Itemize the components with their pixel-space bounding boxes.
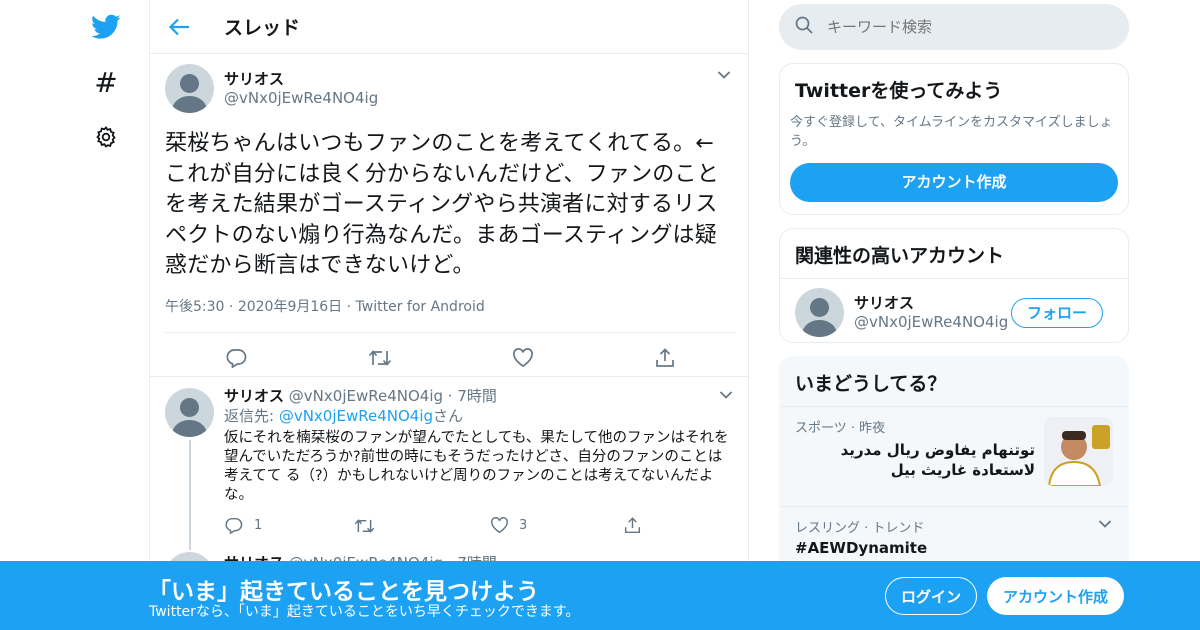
bottom-signup-bar: 「いま」起きていることを見つけよう Twitterなら、「いま」起きていることを… xyxy=(0,561,1200,630)
page-title: スレッド xyxy=(224,17,301,39)
chevron-down-icon[interactable] xyxy=(719,390,733,400)
create-account-button[interactable]: アカウント作成 xyxy=(790,163,1118,202)
signup-card-title: Twitterを使ってみよう xyxy=(795,80,1003,102)
follow-button[interactable]: フォロー xyxy=(1011,297,1103,328)
account-handle[interactable]: @vNx0jEwRe4NO4ig xyxy=(854,313,1011,332)
search-input[interactable] xyxy=(827,18,1087,36)
author-handle[interactable]: @vNx0jEwRe4NO4ig xyxy=(289,387,443,405)
chevron-down-icon[interactable] xyxy=(717,70,731,80)
main-tweet: サリオス @vNx0jEwRe4NO4ig 栞桜ちゃんはいつもファンのことを考え… xyxy=(165,64,735,383)
avatar[interactable] xyxy=(165,64,214,113)
trend-item[interactable]: レスリング · トレンド #AEWDynamite xyxy=(780,506,1128,567)
reply-body: サリオス @vNx0jEwRe4NO4ig · 7時間 返信先: @vNx0jE… xyxy=(224,386,734,534)
reply-to-handle[interactable]: @vNx0jEwRe4NO4ig xyxy=(279,407,433,425)
thread-line xyxy=(189,440,191,550)
reply-count: 1 xyxy=(254,518,263,533)
tweet-date[interactable]: 2020年9月16日 xyxy=(238,299,342,315)
like-icon[interactable] xyxy=(490,517,509,534)
twitter-bird-icon[interactable] xyxy=(86,7,126,47)
reply-to-label: 返信先: xyxy=(224,407,279,425)
like-count: 3 xyxy=(519,518,528,533)
chevron-down-icon[interactable] xyxy=(1098,519,1112,529)
divider xyxy=(150,376,748,377)
avatar[interactable] xyxy=(165,388,214,437)
related-card-title: 関連性の高いアカウント xyxy=(795,245,1005,267)
meta-separator: · xyxy=(346,298,352,315)
thread-header: スレッド xyxy=(150,0,748,54)
author-name[interactable]: サリオス xyxy=(224,70,378,89)
signup-button[interactable]: アカウント作成 xyxy=(987,577,1124,615)
reply-icon[interactable] xyxy=(225,348,247,368)
trend-text: #AEWDynamite xyxy=(795,539,928,557)
hashtag-icon[interactable]: # xyxy=(86,62,126,102)
trend-item[interactable]: スポーツ · 昨夜 توتنهام يفاوض ريال مدريد لاستع… xyxy=(780,406,1128,506)
share-icon[interactable] xyxy=(655,347,675,368)
related-accounts-card: 関連性の高いアカウント サリオス @vNx0jEwRe4NO4ig フォロー xyxy=(779,228,1129,343)
login-button[interactable]: ログイン xyxy=(885,577,977,615)
tweet-meta: 午後5:30 · 2020年9月16日 · Twitter for Androi… xyxy=(165,296,735,316)
back-arrow-icon[interactable] xyxy=(168,18,198,36)
signup-card-desc: 今すぐ登録して、タイムラインをカスタマイズしましょう。 xyxy=(790,115,1113,149)
right-sidebar: Twitterを使ってみよう 今すぐ登録して、タイムラインをカスタマイズしましょ… xyxy=(779,0,1129,571)
settings-gear-icon[interactable] xyxy=(86,117,126,157)
meta-separator: · xyxy=(228,298,234,315)
main-column: スレッド サリオス @vNx0jEwRe4NO4ig 栞桜ちゃんはいつもファンの… xyxy=(149,0,749,630)
tweet-source[interactable]: Twitter for Android xyxy=(356,299,485,315)
trend-image xyxy=(1044,417,1113,486)
signup-card: Twitterを使ってみよう 今すぐ登録して、タイムラインをカスタマイズしましょ… xyxy=(779,63,1129,215)
meta-separator: · xyxy=(447,387,453,405)
reply-icon[interactable] xyxy=(224,517,243,534)
reply-actions: 1 3 xyxy=(224,517,734,534)
retweet-icon[interactable] xyxy=(368,349,392,367)
share-icon[interactable] xyxy=(624,517,641,534)
tweet-text: 栞桜ちゃんはいつもファンのことを考えてくれてる。←これが自分には良く分からないん… xyxy=(165,131,719,278)
tweet-time[interactable]: 午後5:30 xyxy=(165,299,224,315)
trend-category: レスリング · トレンド xyxy=(795,521,925,536)
trends-card: いまどうしてる？ スポーツ · 昨夜 توتنهام يفاوض ريال مد… xyxy=(779,356,1129,571)
reply-to-suffix: さん xyxy=(433,407,464,425)
left-nav: # xyxy=(60,0,150,630)
author-name[interactable]: サリオス xyxy=(224,387,284,405)
avatar[interactable] xyxy=(795,288,844,337)
author-handle[interactable]: @vNx0jEwRe4NO4ig xyxy=(224,89,378,108)
bottom-bar-subtitle: Twitterなら、「いま」起きていることをいち早くチェックできます。 xyxy=(149,604,580,620)
search-bar xyxy=(779,4,1129,50)
like-icon[interactable] xyxy=(512,347,534,368)
tweet-actions xyxy=(165,333,735,383)
reply-text: 仮にそれを楠栞桜のファンが望んでたとしても、果たして他のファンはそれを望んでいた… xyxy=(224,430,729,503)
trends-card-title: いまどうしてる？ xyxy=(795,373,947,395)
reply-time[interactable]: 7時間 xyxy=(457,387,497,405)
account-name[interactable]: サリオス xyxy=(854,294,1011,313)
retweet-icon[interactable] xyxy=(354,518,375,534)
trend-text: توتنهام يفاوض ريال مدريد لاستعادة غاريث … xyxy=(840,441,1035,479)
search-icon xyxy=(795,16,813,38)
